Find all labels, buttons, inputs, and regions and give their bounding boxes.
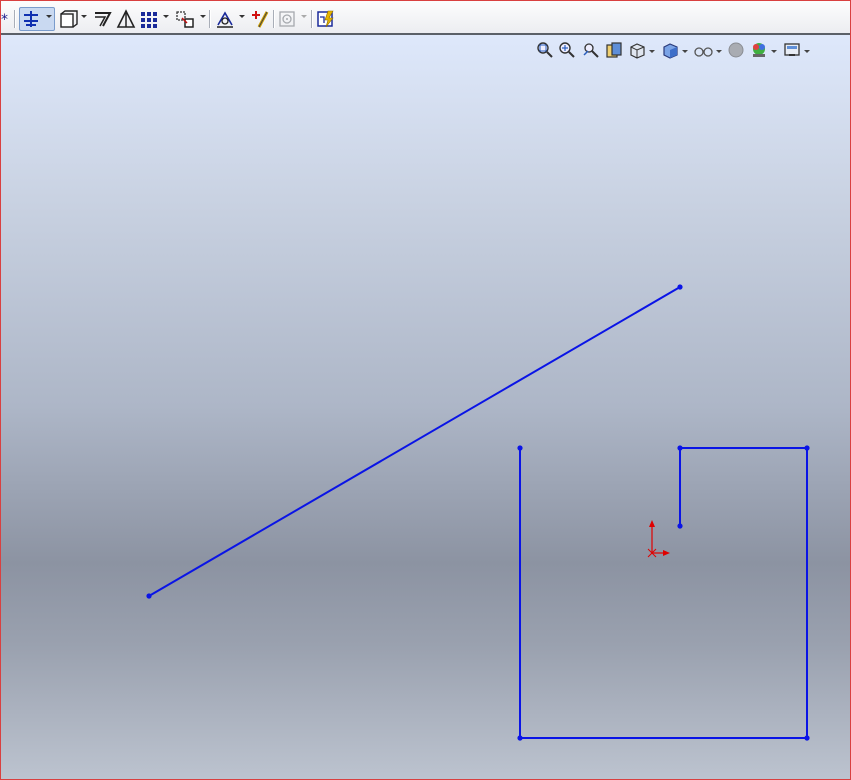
sketch-point[interactable] — [804, 735, 810, 741]
sketch-point[interactable] — [804, 445, 810, 451]
sketch-profile-u-shape[interactable] — [517, 445, 810, 741]
sketch-point[interactable] — [677, 445, 683, 451]
sketch-point[interactable] — [517, 445, 523, 451]
sketch-origin-icon — [647, 520, 670, 558]
sketch-point[interactable] — [517, 735, 523, 741]
sketch-line-diagonal[interactable] — [146, 284, 683, 599]
sketch-point[interactable] — [677, 523, 683, 529]
sketch-point[interactable] — [146, 593, 152, 599]
cad-window: * — [0, 0, 851, 780]
sketch-point[interactable] — [677, 284, 683, 290]
sketch-canvas[interactable] — [1, 1, 850, 779]
